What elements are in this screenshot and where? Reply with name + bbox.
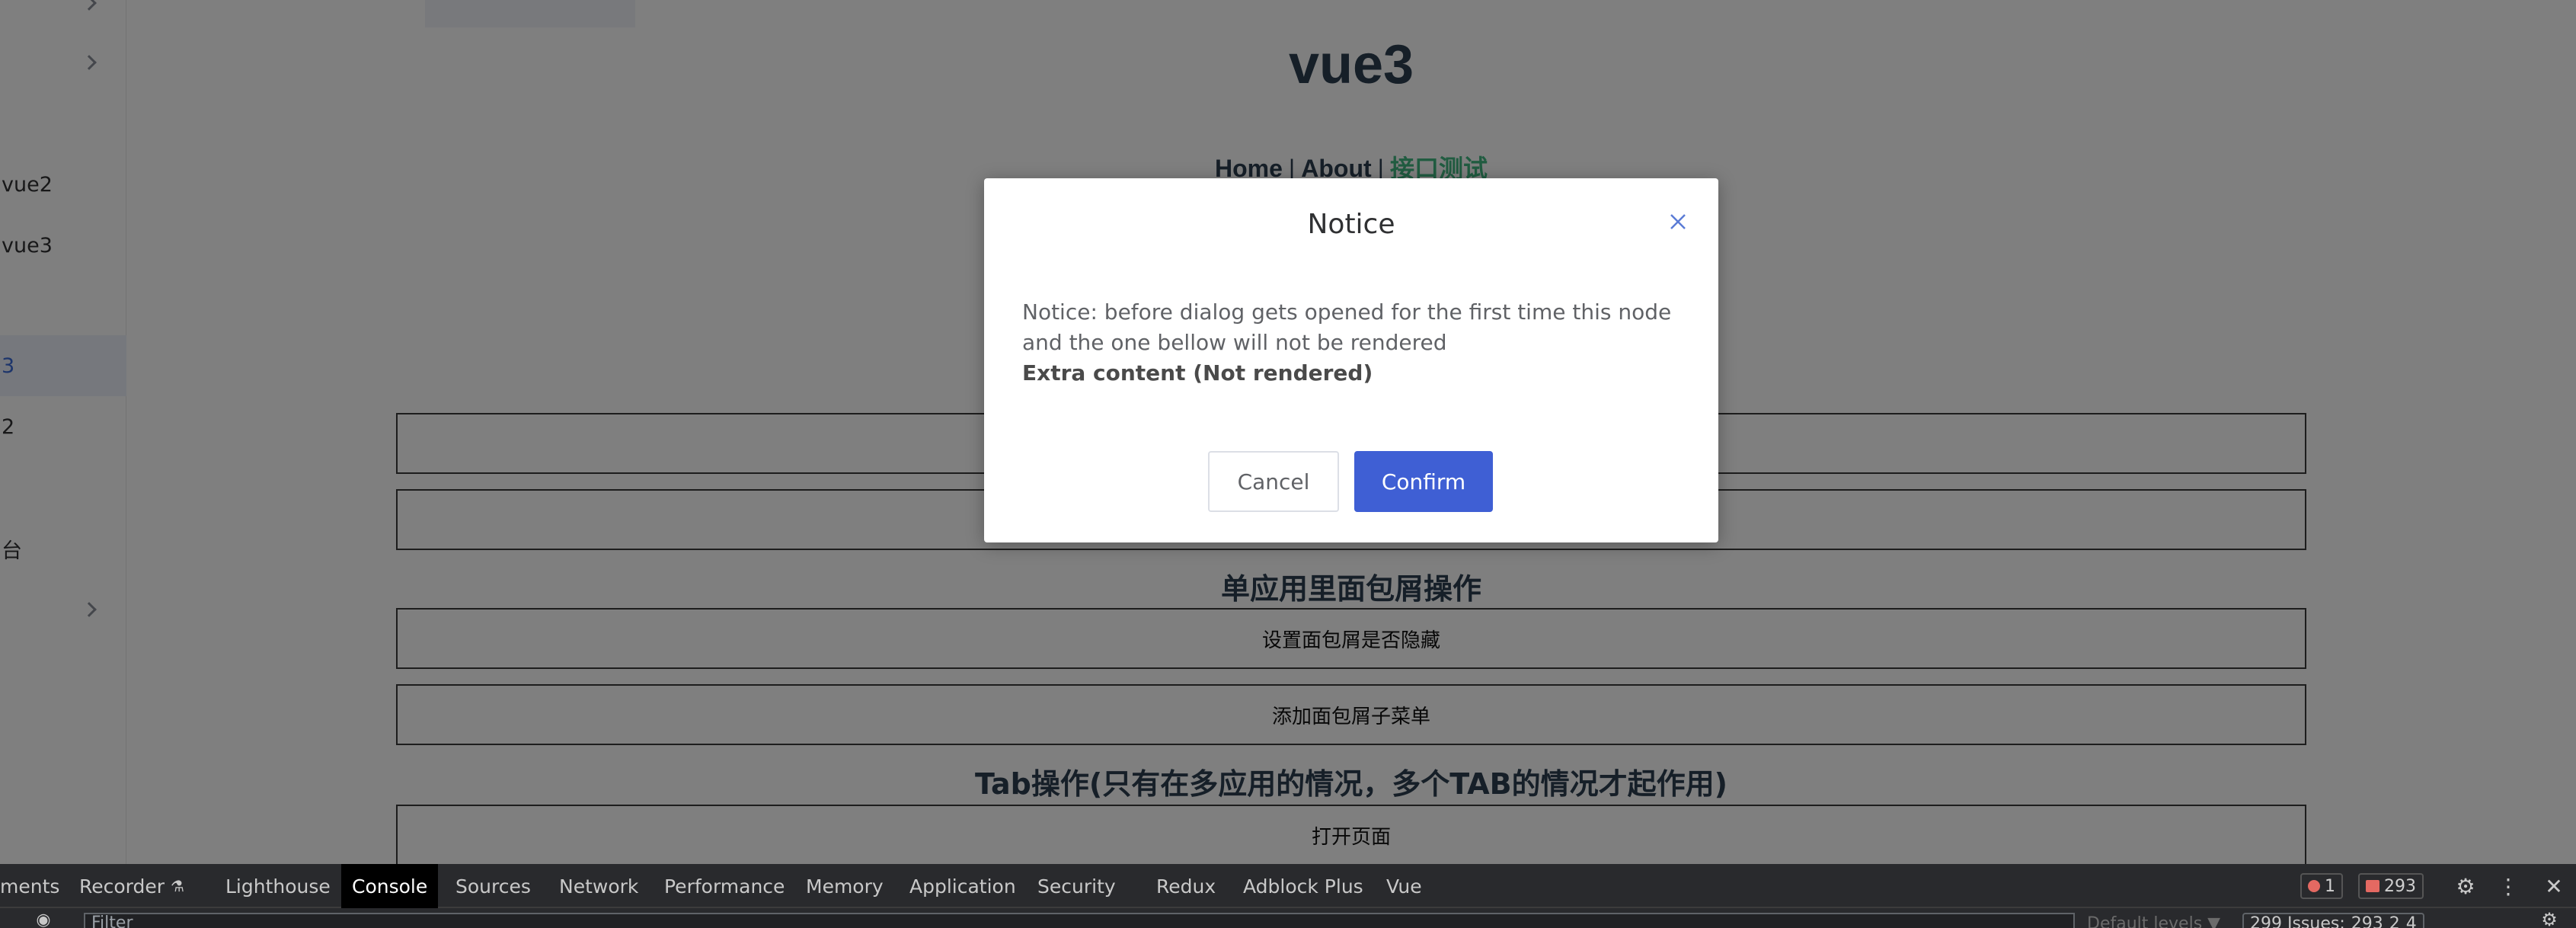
dialog-title: Notice (1307, 209, 1395, 240)
tab-label: Network (559, 875, 639, 898)
error-count-badge[interactable]: 1 (2300, 873, 2343, 899)
issues-error-count: 293 (2351, 914, 2383, 928)
devtools-panel: ments Recorder ⚗ Lighthouse Console Sourc… (0, 864, 2576, 928)
close-icon[interactable] (1667, 210, 1689, 233)
close-devtools-icon[interactable]: ✕ (2541, 873, 2567, 899)
notice-dialog: Notice Notice: before dialog gets opened… (984, 178, 1718, 542)
devtools-tab-redux[interactable]: Redux (1146, 864, 1226, 908)
devtools-tab-elements[interactable]: ments (0, 864, 70, 908)
dialog-extra-content: Extra content (Not rendered) (1022, 360, 1373, 386)
tab-label: Sources (455, 875, 531, 898)
dialog-body: Notice: before dialog gets opened for th… (1022, 297, 1685, 389)
tab-label: Console (352, 875, 428, 898)
devtools-tab-recorder[interactable]: Recorder ⚗ (69, 864, 195, 908)
devtools-tab-console[interactable]: Console (341, 864, 439, 908)
issues-label: 299 Issues: (2250, 914, 2345, 928)
tab-label: Performance (664, 875, 785, 898)
log-levels-dropdown[interactable]: Default levels ▼ (2087, 914, 2220, 928)
tab-label: ments (0, 875, 60, 898)
error-icon (2308, 880, 2320, 892)
confirm-button[interactable]: Confirm (1354, 451, 1493, 512)
dialog-body-text: Notice: before dialog gets opened for th… (1022, 299, 1672, 355)
issue-icon (2366, 880, 2379, 892)
more-options-icon[interactable]: ⋮ (2495, 873, 2521, 899)
tab-label: Adblock Plus (1243, 875, 1363, 898)
tab-label: Lighthouse (225, 875, 331, 898)
devtools-tab-memory[interactable]: Memory (795, 864, 894, 908)
issue-count-badge[interactable]: 293 (2358, 873, 2424, 899)
devtools-tab-adblock-plus[interactable]: Adblock Plus (1232, 864, 1374, 908)
console-toolbar: ◉ Filter Default levels ▼ 299 Issues: 29… (0, 907, 2576, 928)
issues-info-count: 4 (2405, 914, 2417, 928)
devtools-tab-bar: ments Recorder ⚗ Lighthouse Console Sourc… (0, 864, 2576, 908)
issue-count: 293 (2384, 876, 2416, 896)
tab-label: Memory (806, 875, 884, 898)
tab-label: Recorder (79, 875, 165, 898)
filter-placeholder: Filter (91, 914, 133, 928)
issues-summary[interactable]: 299 Issues: 293 2 4 (2242, 913, 2424, 928)
eye-icon[interactable]: ◉ (30, 907, 56, 928)
devtools-tab-application[interactable]: Application (899, 864, 1027, 908)
tab-label: Application (909, 875, 1016, 898)
flask-icon: ⚗ (171, 877, 184, 895)
tab-label: Security (1037, 875, 1116, 898)
error-count: 1 (2325, 876, 2335, 896)
devtools-tab-security[interactable]: Security (1027, 864, 1127, 908)
tab-label: Vue (1386, 875, 1422, 898)
tab-label: Redux (1156, 875, 1216, 898)
gear-icon[interactable]: ⚙ (2453, 873, 2479, 899)
devtools-tab-vue[interactable]: Vue (1376, 864, 1433, 908)
console-filter-input[interactable]: Filter (84, 913, 2075, 928)
devtools-tab-sources[interactable]: Sources (445, 864, 542, 908)
console-settings-icon[interactable]: ⚙ (2536, 907, 2562, 928)
cancel-button[interactable]: Cancel (1208, 451, 1339, 512)
issues-warning-count: 2 (2389, 914, 2400, 928)
devtools-tab-network[interactable]: Network (548, 864, 649, 908)
devtools-tab-performance[interactable]: Performance (654, 864, 795, 908)
devtools-tab-lighthouse[interactable]: Lighthouse (215, 864, 341, 908)
